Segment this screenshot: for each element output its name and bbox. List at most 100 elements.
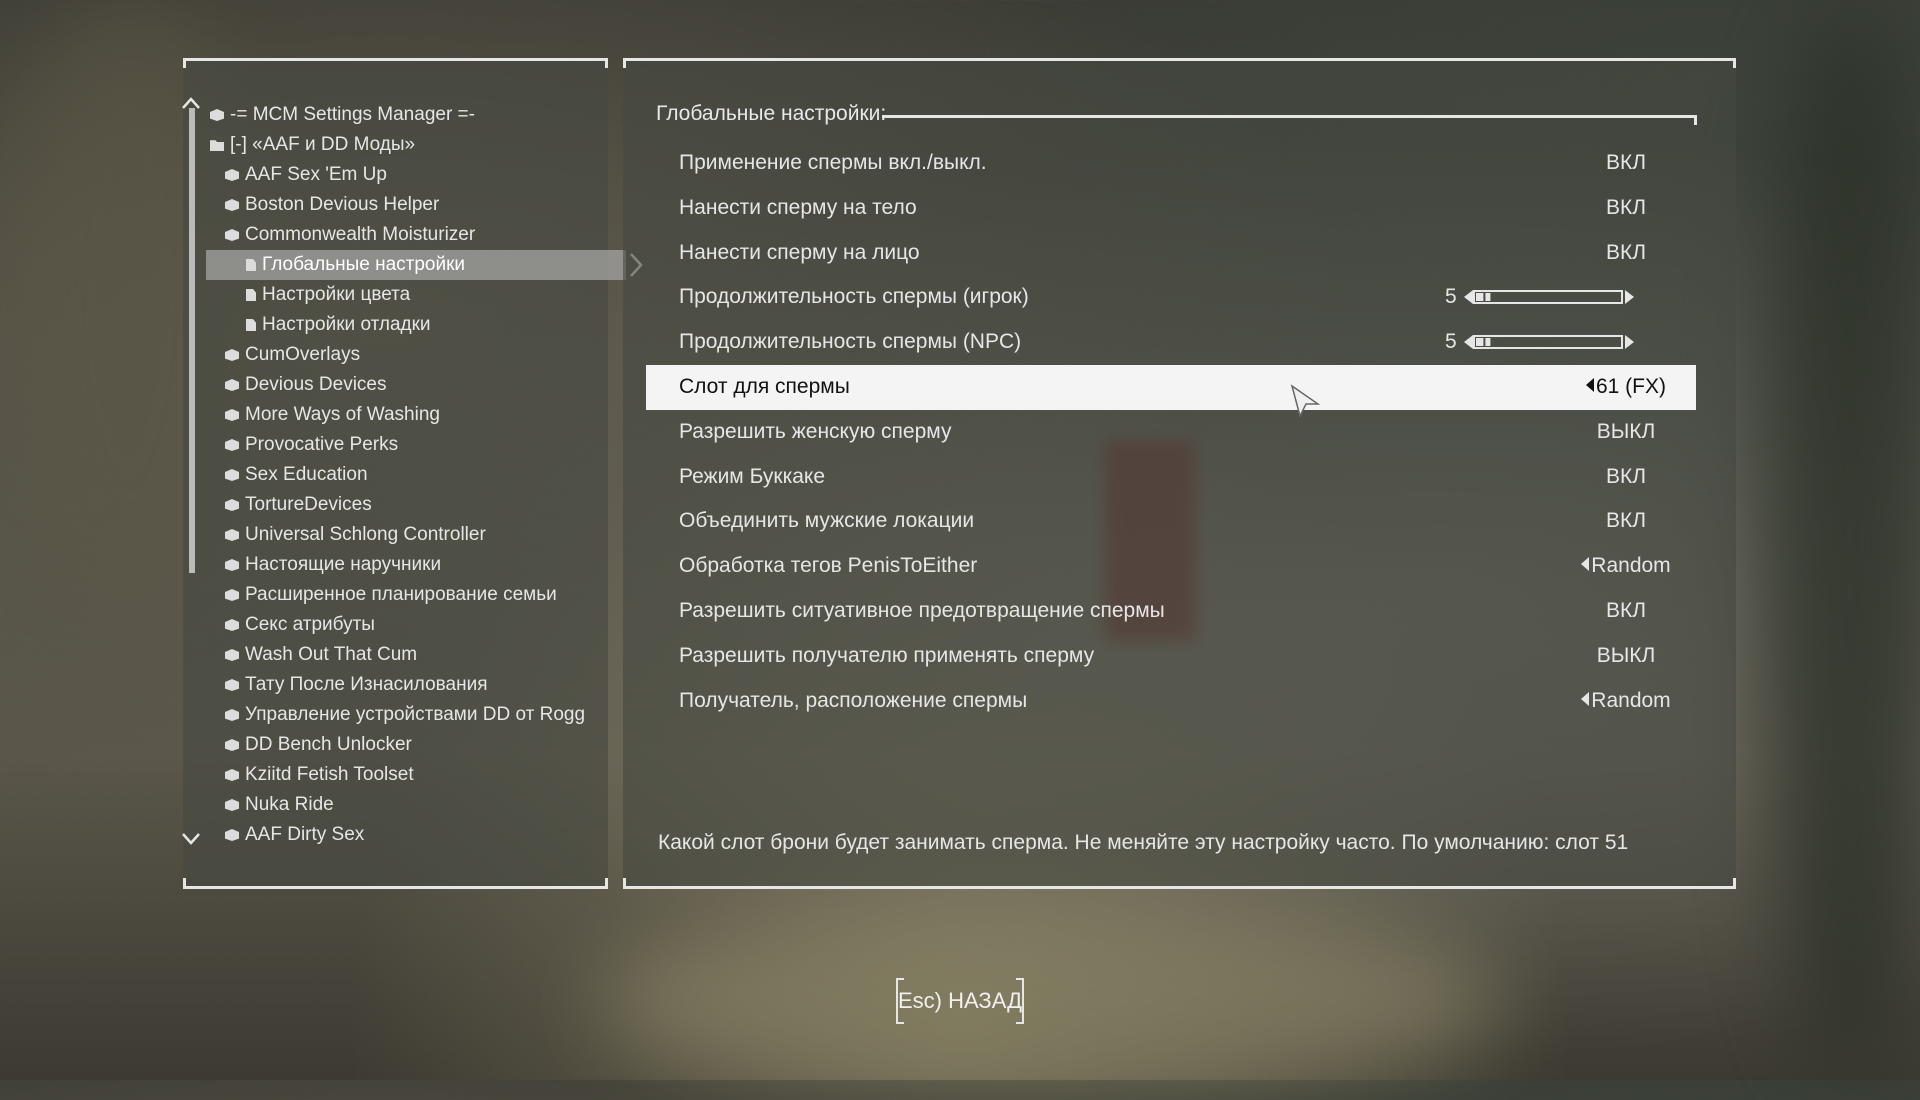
tree-item-label: -= MCM Settings Manager =-: [230, 104, 475, 125]
box-icon: [225, 589, 239, 601]
tree-item[interactable]: Настоящие наручники: [210, 550, 605, 580]
tree-item-label: Commonwealth Moisturizer: [245, 224, 476, 245]
tree-item-label: Devious Devices: [245, 374, 387, 395]
tree-item[interactable]: More Ways of Washing: [210, 400, 605, 430]
setting-value[interactable]: Random: [1526, 544, 1726, 589]
tree-item[interactable]: DD Bench Unlocker: [210, 730, 605, 760]
tree-item[interactable]: [-] «AAF и DD Моды»: [210, 130, 605, 160]
setting-value[interactable]: ВКЛ: [1526, 186, 1726, 231]
tree-item[interactable]: Provocative Perks: [210, 430, 605, 460]
tree-item-label: AAF Sex 'Em Up: [245, 164, 387, 185]
tree-item[interactable]: Тату После Изнасилования: [210, 670, 605, 700]
left-arrow-icon[interactable]: [1581, 691, 1590, 706]
setting-value-text: ВКЛ: [1605, 509, 1647, 533]
slider-left-arrow-icon[interactable]: [1464, 290, 1473, 305]
tree-item[interactable]: AAF Sex 'Em Up: [210, 160, 605, 190]
tree-item-label: Глобальные настройки: [262, 254, 466, 275]
setting-label: Слот для спермы: [679, 374, 850, 398]
slider-right-arrow-icon[interactable]: [1625, 290, 1634, 305]
tree-item-label: Настоящие наручники: [245, 554, 442, 575]
setting-row[interactable]: Нанести сперму на лицо ВКЛ: [646, 231, 1696, 276]
slider-value: 5: [1445, 330, 1457, 354]
setting-row[interactable]: Разрешить ситуативное предотвращение спе…: [646, 589, 1696, 634]
setting-row[interactable]: Нанести сперму на тело ВКЛ: [646, 186, 1696, 231]
setting-row[interactable]: Объединить мужские локации ВКЛ: [646, 499, 1696, 544]
setting-row[interactable]: Разрешить женскую сперму ВЫКЛ: [646, 410, 1696, 455]
tree-item[interactable]: Sex Education: [210, 460, 605, 490]
setting-row[interactable]: Применение спермы вкл./выкл. ВКЛ: [646, 141, 1696, 186]
left-panel-frame-bottom: [183, 886, 608, 889]
setting-value-text: ВКЛ: [1605, 151, 1647, 174]
setting-label: Объединить мужские локации: [679, 509, 975, 533]
tree-item[interactable]: Devious Devices: [210, 370, 605, 400]
back-button[interactable]: Esc) НАЗАД: [896, 978, 1024, 1024]
box-icon: [225, 499, 239, 511]
box-icon: [225, 769, 239, 781]
setting-value[interactable]: ВЫКЛ: [1526, 410, 1726, 455]
page-icon: [246, 259, 256, 271]
tree-item[interactable]: Boston Devious Helper: [210, 190, 605, 220]
setting-value[interactable]: Random: [1526, 679, 1726, 724]
tree-item[interactable]: CumOverlays: [210, 340, 605, 370]
left-frame-corner-tr: [605, 58, 608, 68]
setting-row[interactable]: Продолжительность спермы (NPC) 5: [646, 320, 1696, 365]
tree-item[interactable]: Wash Out That Cum: [210, 640, 605, 670]
folder-icon: [210, 140, 224, 151]
tree-item-label: Wash Out That Cum: [245, 644, 418, 665]
tree-item[interactable]: Nuka Ride: [210, 790, 605, 820]
tree-item[interactable]: Настройки отладки: [210, 310, 605, 340]
setting-value[interactable]: 61 (FX): [1526, 365, 1726, 410]
duration-slider[interactable]: [1464, 334, 1634, 350]
tree-item[interactable]: Секс атрибуты: [210, 610, 605, 640]
tree-item[interactable]: AAF Dirty Sex: [210, 820, 605, 850]
page-icon: [246, 319, 256, 331]
duration-slider[interactable]: [1464, 289, 1634, 305]
setting-label: Нанести сперму на лицо: [679, 240, 920, 264]
left-arrow-icon[interactable]: [1581, 557, 1590, 572]
tree-item-label: Kziitd Fetish Toolset: [245, 764, 414, 785]
tree-item-label: Sex Education: [245, 464, 368, 485]
setting-row[interactable]: Получатель, расположение спермы Random: [646, 679, 1696, 724]
section-rule-tick: [1694, 115, 1697, 125]
setting-value[interactable]: ВКЛ: [1526, 589, 1726, 634]
slider-right-arrow-icon[interactable]: [1625, 335, 1634, 350]
setting-value-text: Random: [1591, 688, 1671, 712]
tree-item-label: Provocative Perks: [245, 434, 399, 455]
tree-item[interactable]: Управление устройствами DD от Rogg: [210, 700, 605, 730]
setting-value[interactable]: ВКЛ: [1526, 141, 1726, 186]
setting-row[interactable]: Продолжительность спермы (игрок) 5: [646, 275, 1696, 320]
box-icon: [225, 409, 239, 421]
slider-knob[interactable]: [1485, 293, 1491, 302]
setting-row[interactable]: Разрешить получателю применять сперму ВЫК…: [646, 634, 1696, 679]
tree-item-label: CumOverlays: [245, 344, 361, 365]
tree-item[interactable]: Глобальные настройки: [206, 250, 643, 280]
right-frame-corner-tr: [1733, 58, 1736, 68]
right-panel-frame-bottom: [623, 886, 1736, 889]
slider-knob[interactable]: [1485, 338, 1491, 347]
tree-item[interactable]: Universal Schlong Controller: [210, 520, 605, 550]
setting-row[interactable]: Слот для спермы 61 (FX): [646, 364, 1696, 410]
tree-item[interactable]: TortureDevices: [210, 490, 605, 520]
tree-item[interactable]: -= MCM Settings Manager =-: [210, 100, 605, 130]
scroll-down-icon[interactable]: [181, 832, 201, 846]
tree-item[interactable]: Commonwealth Moisturizer: [210, 220, 605, 250]
setting-row[interactable]: Обработка тегов PenisToEither Random: [646, 544, 1696, 589]
slider-left-arrow-icon[interactable]: [1464, 335, 1473, 350]
left-arrow-icon[interactable]: [1585, 377, 1594, 392]
setting-value[interactable]: ВКЛ: [1526, 455, 1726, 500]
slider-fill: [1476, 338, 1484, 347]
box-icon: [225, 649, 239, 661]
setting-row[interactable]: Режим Буккаке ВКЛ: [646, 455, 1696, 500]
box-icon: [225, 199, 239, 211]
box-icon: [225, 799, 239, 811]
tree-item[interactable]: Kziitd Fetish Toolset: [210, 760, 605, 790]
box-icon: [225, 559, 239, 571]
tree-item[interactable]: Расширенное планирование семьи: [210, 580, 605, 610]
tree-item-label: [-] «AAF и DD Моды»: [230, 134, 416, 155]
tree-item[interactable]: Настройки цвета: [210, 280, 605, 310]
scrollbar-thumb[interactable]: [189, 108, 195, 573]
setting-value[interactable]: ВКЛ: [1526, 231, 1726, 276]
mod-tree: -= MCM Settings Manager =- [-] «AAF и DD …: [206, 100, 643, 850]
setting-value[interactable]: ВЫКЛ: [1526, 634, 1726, 679]
setting-value[interactable]: ВКЛ: [1526, 499, 1726, 544]
